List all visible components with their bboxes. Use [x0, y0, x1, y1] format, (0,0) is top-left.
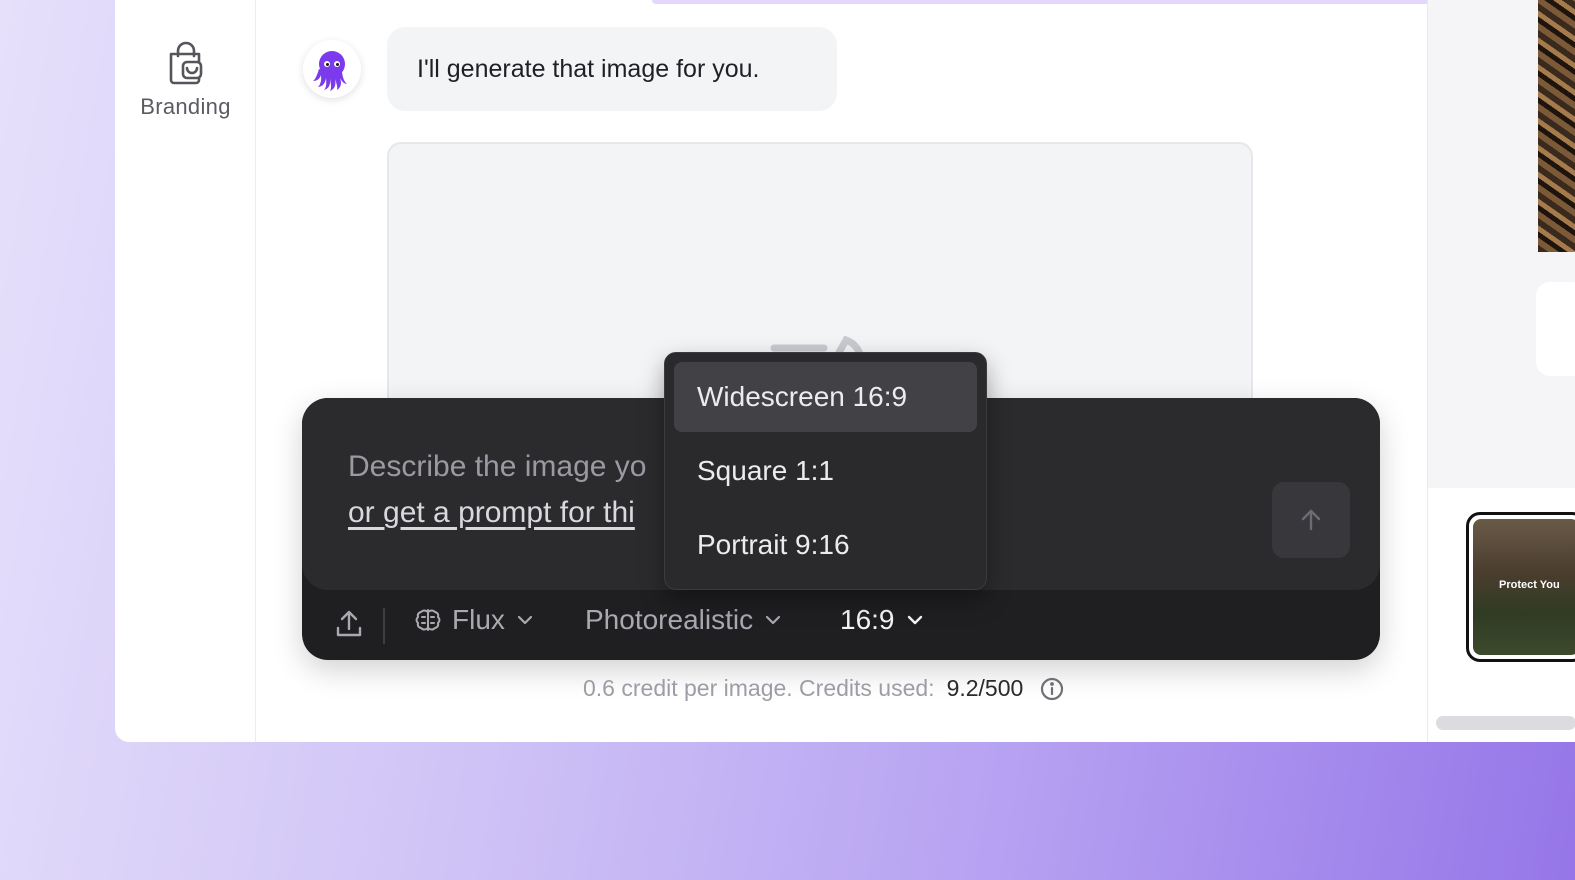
gallery-panel: Protect You — [1427, 0, 1575, 742]
style-select[interactable]: Photorealistic — [585, 604, 783, 636]
prompt-input[interactable]: Describe the image yo — [348, 450, 646, 484]
aspect-ratio-label: 16:9 — [840, 604, 895, 635]
upload-icon[interactable] — [334, 608, 364, 640]
sidebar: Branding — [115, 0, 256, 742]
model-select[interactable]: Flux — [414, 604, 535, 636]
gallery-scrollbar[interactable] — [1436, 716, 1575, 730]
octopus-icon — [313, 51, 347, 91]
assistant-avatar — [303, 40, 361, 98]
chevron-down-icon — [907, 615, 922, 625]
toolbar-divider — [383, 608, 385, 644]
aspect-ratio-select[interactable]: 16:9 — [840, 604, 925, 636]
aspect-ratio-dropdown: Widescreen 16:9 Square 1:1 Portrait 9:16 — [664, 352, 987, 590]
sidebar-item-branding[interactable]: Branding — [115, 40, 256, 120]
previous-message-edge — [652, 0, 1502, 4]
gallery-card[interactable] — [1536, 282, 1575, 376]
chevron-down-icon — [517, 615, 533, 625]
brain-icon — [415, 609, 441, 631]
thumbnail-caption: Protect You — [1499, 579, 1560, 591]
chevron-down-icon — [765, 615, 781, 625]
send-button[interactable] — [1272, 482, 1350, 558]
arrow-up-icon — [1301, 509, 1321, 531]
credits-info: 0.6 credit per image. Credits used: 9.2/… — [583, 675, 1065, 702]
aspect-option-portrait[interactable]: Portrait 9:16 — [674, 510, 977, 580]
model-label: Flux — [452, 604, 505, 635]
credits-text: 0.6 credit per image. Credits used: — [583, 675, 935, 701]
style-label: Photorealistic — [585, 604, 754, 635]
gallery-image[interactable] — [1538, 0, 1575, 252]
aspect-option-square[interactable]: Square 1:1 — [674, 436, 977, 506]
aspect-option-widescreen[interactable]: Widescreen 16:9 — [674, 362, 977, 432]
gallery-thumbnail-selected[interactable]: Protect You — [1466, 512, 1575, 662]
credits-used: 9.2/500 — [946, 675, 1024, 701]
assistant-message: I'll generate that image for you. — [387, 27, 837, 111]
shopping-bag-icon — [169, 41, 202, 85]
get-prompt-link[interactable]: or get a prompt for thi — [348, 496, 635, 530]
sidebar-item-label: Branding — [140, 94, 231, 119]
info-icon[interactable] — [1039, 676, 1065, 702]
thumbnail-image: Protect You — [1473, 519, 1575, 655]
composer-toolbar: Flux Photorealistic 16:9 — [302, 590, 1380, 660]
